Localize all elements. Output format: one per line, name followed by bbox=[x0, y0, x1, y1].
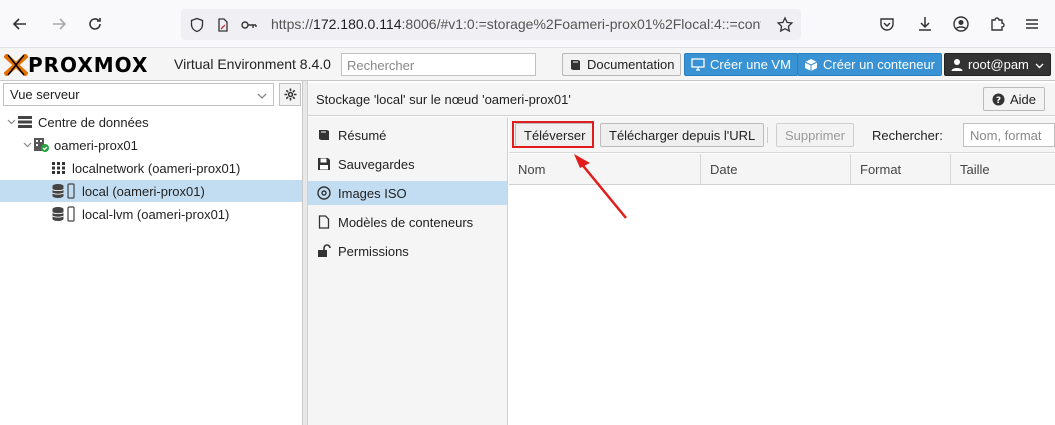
chevron-down-icon bbox=[1035, 57, 1044, 72]
subnav-permissions[interactable]: Permissions bbox=[308, 239, 507, 263]
tree-item-datacenter[interactable]: Centre de données bbox=[0, 111, 302, 133]
tree-item-local-storage[interactable]: local (oameri-prox01) bbox=[0, 180, 302, 202]
storage-icon bbox=[50, 206, 78, 222]
view-select[interactable]: Vue serveur bbox=[3, 83, 274, 106]
shield-icon bbox=[187, 15, 207, 35]
tree-item-localnetwork[interactable]: localnetwork (oameri-prox01) bbox=[0, 157, 302, 179]
upload-highlight-box bbox=[512, 121, 594, 148]
arrow-right-icon bbox=[53, 18, 67, 30]
forward-button[interactable] bbox=[47, 12, 71, 36]
cube-icon bbox=[804, 58, 818, 71]
toolbar-separator bbox=[767, 127, 768, 143]
user-menu-button[interactable]: root@pam bbox=[944, 53, 1051, 76]
storage-icon bbox=[50, 183, 78, 199]
create-vm-button[interactable]: Créer une VM bbox=[684, 53, 798, 76]
column-format[interactable]: Format bbox=[851, 154, 951, 185]
page-title: Stockage 'local' sur le nœud 'oameri-pro… bbox=[316, 92, 571, 107]
book-icon bbox=[571, 60, 580, 70]
delete-button[interactable]: Supprimer bbox=[776, 123, 854, 147]
pocket-icon[interactable] bbox=[875, 12, 899, 36]
url-bar[interactable]: https://172.180.0.114:8006/#v1:0:=storag… bbox=[181, 9, 801, 40]
documentation-button[interactable]: Documentation bbox=[562, 53, 682, 76]
collapse-icon[interactable] bbox=[6, 117, 16, 127]
reload-button[interactable] bbox=[83, 12, 107, 36]
gear-icon bbox=[284, 88, 296, 101]
book-icon bbox=[319, 130, 329, 140]
url-text: https://172.180.0.114:8006/#v1:0:=storag… bbox=[271, 16, 761, 32]
column-name[interactable]: Nom bbox=[509, 154, 701, 185]
user-icon bbox=[951, 59, 963, 71]
star-icon[interactable] bbox=[775, 15, 795, 35]
download-url-button[interactable]: Télécharger depuis l'URL bbox=[600, 123, 765, 147]
menu-icon[interactable] bbox=[1020, 12, 1044, 36]
column-size[interactable]: Taille bbox=[951, 154, 1055, 185]
content-title-bar: Stockage 'local' sur le nœud 'oameri-pro… bbox=[308, 83, 1055, 116]
column-date[interactable]: Date bbox=[701, 154, 851, 185]
help-button[interactable]: ? Aide bbox=[982, 87, 1045, 111]
create-ct-button[interactable]: Créer un conteneur bbox=[797, 53, 943, 76]
storage-subnav: Résumé Sauvegardes Images ISO Modèles de… bbox=[308, 117, 508, 425]
floppy-icon bbox=[318, 158, 330, 170]
resource-tree-panel: Vue serveur Centre de données oameri-pro… bbox=[0, 81, 303, 425]
extensions-icon[interactable] bbox=[985, 12, 1009, 36]
svg-text:?: ? bbox=[996, 96, 1001, 106]
iso-grid-header: Nom Date Format Taille bbox=[509, 154, 1055, 185]
file-icon bbox=[318, 215, 330, 229]
tree-item-node[interactable]: oameri-prox01 bbox=[0, 134, 302, 156]
subnav-iso-images[interactable]: Images ISO bbox=[308, 181, 507, 205]
global-search-input[interactable]: Rechercher bbox=[341, 53, 536, 76]
account-icon[interactable] bbox=[949, 12, 973, 36]
subnav-ct-templates[interactable]: Modèles de conteneurs bbox=[308, 210, 507, 234]
question-circle-icon: ? bbox=[992, 93, 1005, 106]
chevron-down-icon bbox=[257, 87, 267, 102]
server-rack-icon bbox=[16, 114, 34, 130]
proxmox-logo: PROXMOX bbox=[4, 52, 148, 78]
node-online-icon bbox=[32, 137, 50, 153]
network-grid-icon bbox=[50, 160, 68, 176]
tree-item-local-lvm[interactable]: local-lvm (oameri-prox01) bbox=[0, 203, 302, 225]
product-version: Virtual Environment 8.4.0 bbox=[174, 56, 331, 72]
disc-icon bbox=[317, 186, 331, 200]
download-icon[interactable] bbox=[913, 12, 937, 36]
page-icon bbox=[213, 15, 233, 35]
browser-toolbar: https://172.180.0.114:8006/#v1:0:=storag… bbox=[0, 0, 1055, 48]
subnav-summary[interactable]: Résumé bbox=[308, 123, 507, 147]
subnav-backups[interactable]: Sauvegardes bbox=[308, 152, 507, 176]
pve-header: PROXMOX Virtual Environment 8.4.0 Recher… bbox=[0, 48, 1055, 81]
iso-search-input[interactable]: Nom, format bbox=[963, 123, 1055, 147]
tree-settings-button[interactable] bbox=[279, 83, 301, 106]
monitor-icon bbox=[691, 58, 705, 71]
back-button[interactable] bbox=[8, 12, 32, 36]
key-icon bbox=[239, 15, 259, 35]
search-label: Rechercher: bbox=[872, 128, 943, 143]
reload-icon bbox=[89, 18, 101, 30]
proxmox-x-icon bbox=[4, 54, 28, 76]
arrow-left-icon bbox=[12, 18, 26, 30]
unlock-icon bbox=[318, 244, 331, 257]
collapse-icon[interactable] bbox=[22, 140, 32, 150]
